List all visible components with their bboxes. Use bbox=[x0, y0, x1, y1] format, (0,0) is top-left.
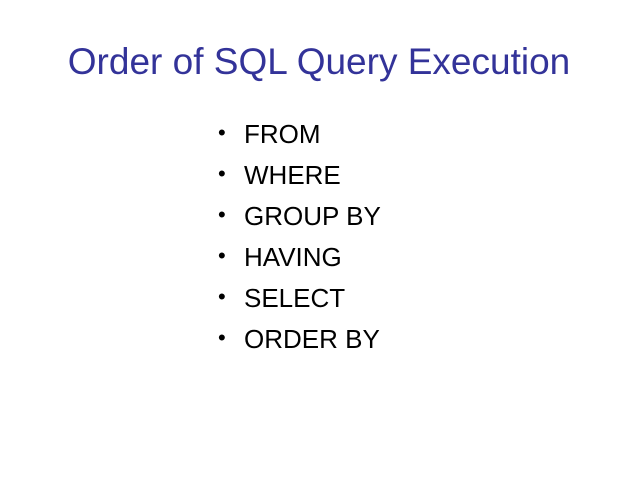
slide-title: Order of SQL Query Execution bbox=[67, 41, 571, 82]
bullet-icon: • bbox=[218, 243, 226, 268]
bullet-label: WHERE bbox=[244, 160, 341, 190]
bullet-label: HAVING bbox=[244, 242, 342, 272]
bullet-icon: • bbox=[218, 325, 226, 350]
bullet-icon: • bbox=[218, 202, 226, 227]
bullet-icon: • bbox=[218, 284, 226, 309]
bullet-label: GROUP BY bbox=[244, 201, 381, 231]
bullet-icon: • bbox=[218, 120, 226, 145]
bullet-icon: • bbox=[218, 161, 226, 186]
bullet-label: FROM bbox=[244, 119, 321, 149]
slide: Order of SQL Query Execution • FROM • WH… bbox=[0, 0, 638, 479]
bullet-label: ORDER BY bbox=[244, 324, 380, 354]
bullet-label: SELECT bbox=[244, 283, 346, 313]
